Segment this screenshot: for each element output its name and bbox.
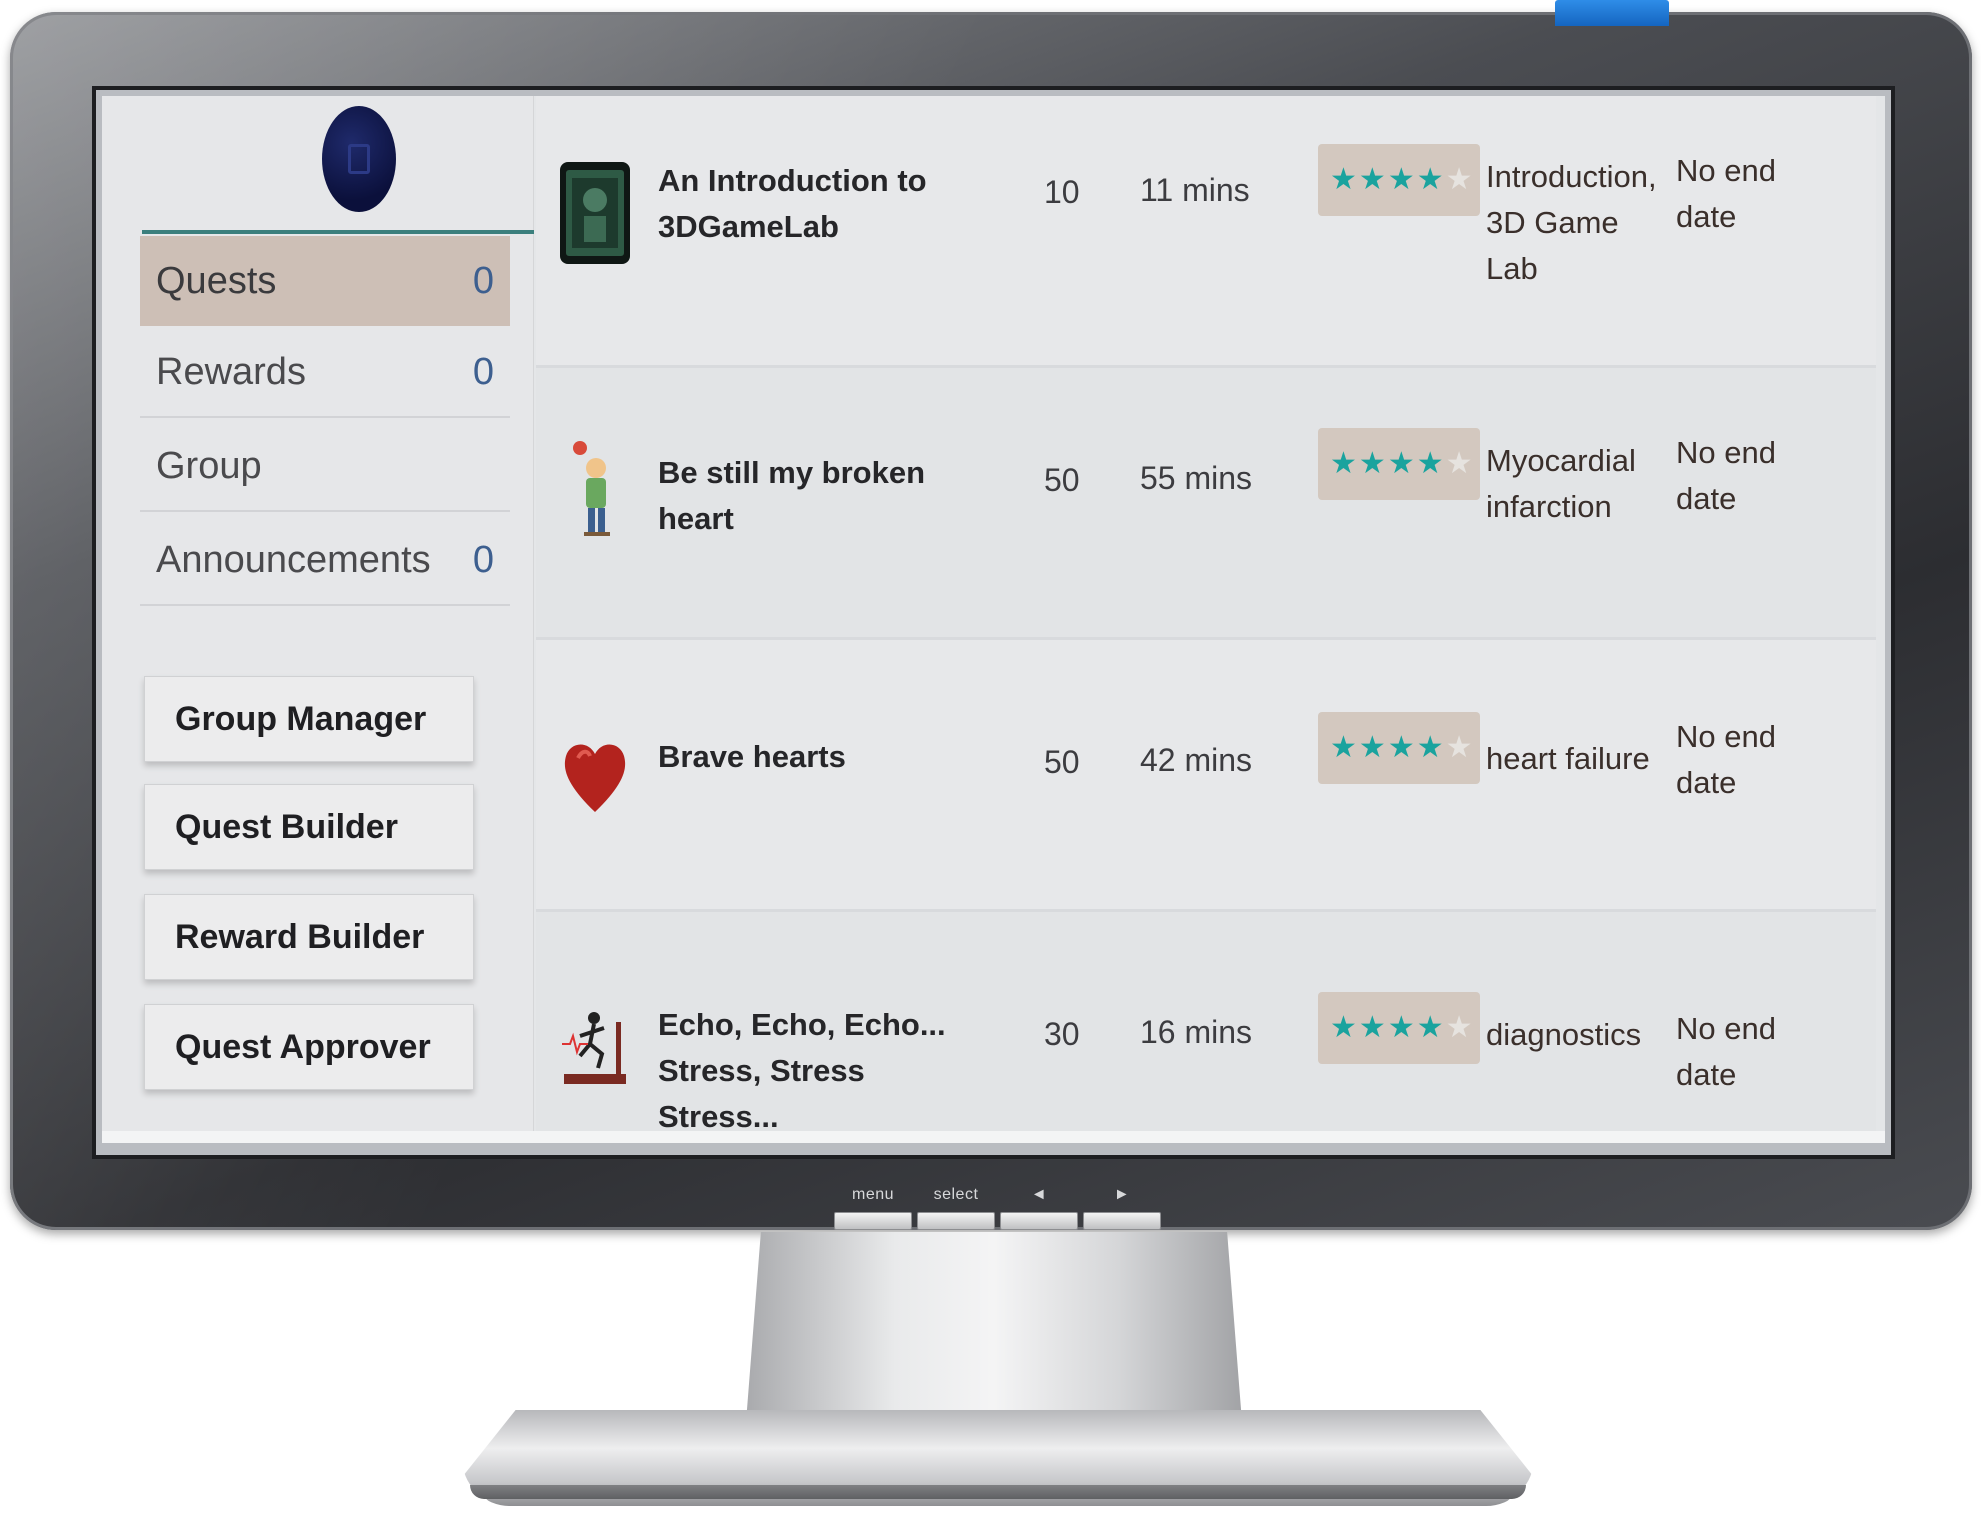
sidebar-item-count: 0 bbox=[472, 538, 494, 581]
star-icon: ★ bbox=[1416, 447, 1444, 480]
star-icon: ★ bbox=[1330, 447, 1357, 480]
broken-heart-figure-icon bbox=[558, 438, 632, 544]
right-button[interactable] bbox=[1083, 1212, 1161, 1230]
quest-rating: ★ ★ ★ ★ ★ bbox=[1318, 428, 1480, 500]
game-thumbnail-icon bbox=[558, 160, 632, 266]
quest-tags: diagnostics bbox=[1486, 1017, 1642, 1052]
star-icon: ★ bbox=[1387, 1011, 1415, 1044]
star-empty-icon: ★ bbox=[1445, 163, 1473, 196]
quest-rating: ★ ★ ★ ★ ★ bbox=[1318, 992, 1480, 1064]
quest-tags: heart failure bbox=[1486, 741, 1650, 776]
star-icon: ★ bbox=[1387, 447, 1415, 480]
quest-rating: ★ ★ ★ ★ ★ bbox=[1318, 712, 1480, 784]
right-arrow-icon: ► bbox=[1113, 1186, 1131, 1203]
star-icon: ★ bbox=[1330, 731, 1357, 764]
star-icon: ★ bbox=[1358, 447, 1386, 480]
sidebar-item-quests[interactable]: Quests 0 bbox=[140, 236, 510, 326]
star-icon: ★ bbox=[1387, 163, 1415, 196]
quest-points: 30 bbox=[1044, 1016, 1080, 1052]
quest-end-date: No end date bbox=[1676, 435, 1776, 516]
star-icon: ★ bbox=[1358, 731, 1386, 764]
quest-row[interactable]: Brave hearts 50 42 mins ★ ★ ★ ★ ★ heart … bbox=[536, 640, 1876, 912]
quest-row[interactable]: Echo, Echo, Echo... Stress, Stress Stres… bbox=[536, 912, 1876, 1143]
star-icon: ★ bbox=[1416, 1011, 1444, 1044]
quest-duration: 11 mins bbox=[1140, 172, 1250, 208]
quest-row[interactable]: An Introduction to 3DGameLab 10 11 mins … bbox=[536, 96, 1876, 368]
select-control-label: select bbox=[933, 1186, 979, 1203]
monitor-stand-neck bbox=[746, 1232, 1242, 1422]
quest-end-date: No end date bbox=[1676, 1011, 1776, 1092]
star-icon: ★ bbox=[1416, 163, 1444, 196]
star-icon: ★ bbox=[1358, 163, 1386, 196]
sidebar-item-group[interactable]: Group bbox=[140, 422, 510, 512]
star-empty-icon: ★ bbox=[1445, 447, 1473, 480]
left-button[interactable] bbox=[1000, 1212, 1078, 1230]
star-icon: ★ bbox=[1387, 731, 1415, 764]
star-icon: ★ bbox=[1416, 731, 1444, 764]
star-empty-icon: ★ bbox=[1445, 1011, 1473, 1044]
sidebar-item-label: Announcements bbox=[156, 538, 431, 581]
quest-name[interactable]: An Introduction to 3DGameLab bbox=[658, 158, 988, 250]
quest-approver-button[interactable]: Quest Approver bbox=[144, 1004, 474, 1090]
sidebar: Quests 0 Rewards 0 Group Announcements 0… bbox=[102, 96, 534, 1143]
quest-builder-button[interactable]: Quest Builder bbox=[144, 784, 474, 870]
quest-points: 50 bbox=[1044, 744, 1080, 780]
quest-points: 50 bbox=[1044, 462, 1080, 498]
sidebar-divider bbox=[142, 230, 534, 234]
screen-bottom-edge bbox=[102, 1131, 1885, 1143]
quest-tags: Introduction, 3D Game Lab bbox=[1486, 159, 1657, 286]
reward-builder-button[interactable]: Reward Builder bbox=[144, 894, 474, 980]
select-button[interactable] bbox=[917, 1212, 995, 1230]
monitor-screen: Quests 0 Rewards 0 Group Announcements 0… bbox=[96, 90, 1891, 1155]
quest-end-date: No end date bbox=[1676, 719, 1776, 800]
quest-duration: 16 mins bbox=[1140, 1014, 1253, 1050]
sidebar-item-label: Quests bbox=[156, 259, 277, 302]
avatar[interactable] bbox=[322, 106, 396, 212]
red-heart-icon bbox=[558, 720, 632, 826]
group-manager-button[interactable]: Group Manager bbox=[144, 676, 474, 762]
star-icon: ★ bbox=[1330, 163, 1357, 196]
power-indicator bbox=[1555, 0, 1669, 26]
avatar-icon bbox=[348, 144, 370, 174]
treadmill-runner-icon bbox=[558, 1004, 632, 1110]
star-empty-icon: ★ bbox=[1445, 731, 1473, 764]
monitor-stand-rim bbox=[470, 1485, 1526, 1499]
sidebar-item-rewards[interactable]: Rewards 0 bbox=[140, 328, 510, 418]
menu-button[interactable] bbox=[834, 1212, 912, 1230]
quest-duration: 55 mins bbox=[1140, 460, 1253, 496]
quest-row[interactable]: Be still my broken heart 50 55 mins ★ ★ … bbox=[536, 368, 1876, 640]
sidebar-item-count: 0 bbox=[472, 350, 494, 393]
star-icon: ★ bbox=[1330, 1011, 1357, 1044]
menu-control-label: menu bbox=[851, 1186, 895, 1203]
quest-name[interactable]: Echo, Echo, Echo... Stress, Stress Stres… bbox=[658, 1002, 988, 1140]
quest-name[interactable]: Brave hearts bbox=[658, 734, 988, 780]
quest-tags: Myocardial infarction bbox=[1486, 443, 1636, 524]
quest-rating: ★ ★ ★ ★ ★ bbox=[1318, 144, 1480, 216]
star-icon: ★ bbox=[1358, 1011, 1386, 1044]
quest-duration: 42 mins bbox=[1140, 742, 1253, 778]
quest-name[interactable]: Be still my broken heart bbox=[658, 450, 988, 542]
sidebar-item-label: Rewards bbox=[156, 350, 306, 393]
sidebar-item-announcements[interactable]: Announcements 0 bbox=[140, 516, 510, 606]
quest-points: 10 bbox=[1044, 174, 1080, 210]
sidebar-item-label: Group bbox=[156, 444, 262, 487]
sidebar-item-count: 0 bbox=[472, 259, 494, 302]
quest-end-date: No end date bbox=[1676, 153, 1776, 234]
left-arrow-icon: ◄ bbox=[1030, 1186, 1048, 1203]
app-window: Quests 0 Rewards 0 Group Announcements 0… bbox=[102, 96, 1885, 1143]
